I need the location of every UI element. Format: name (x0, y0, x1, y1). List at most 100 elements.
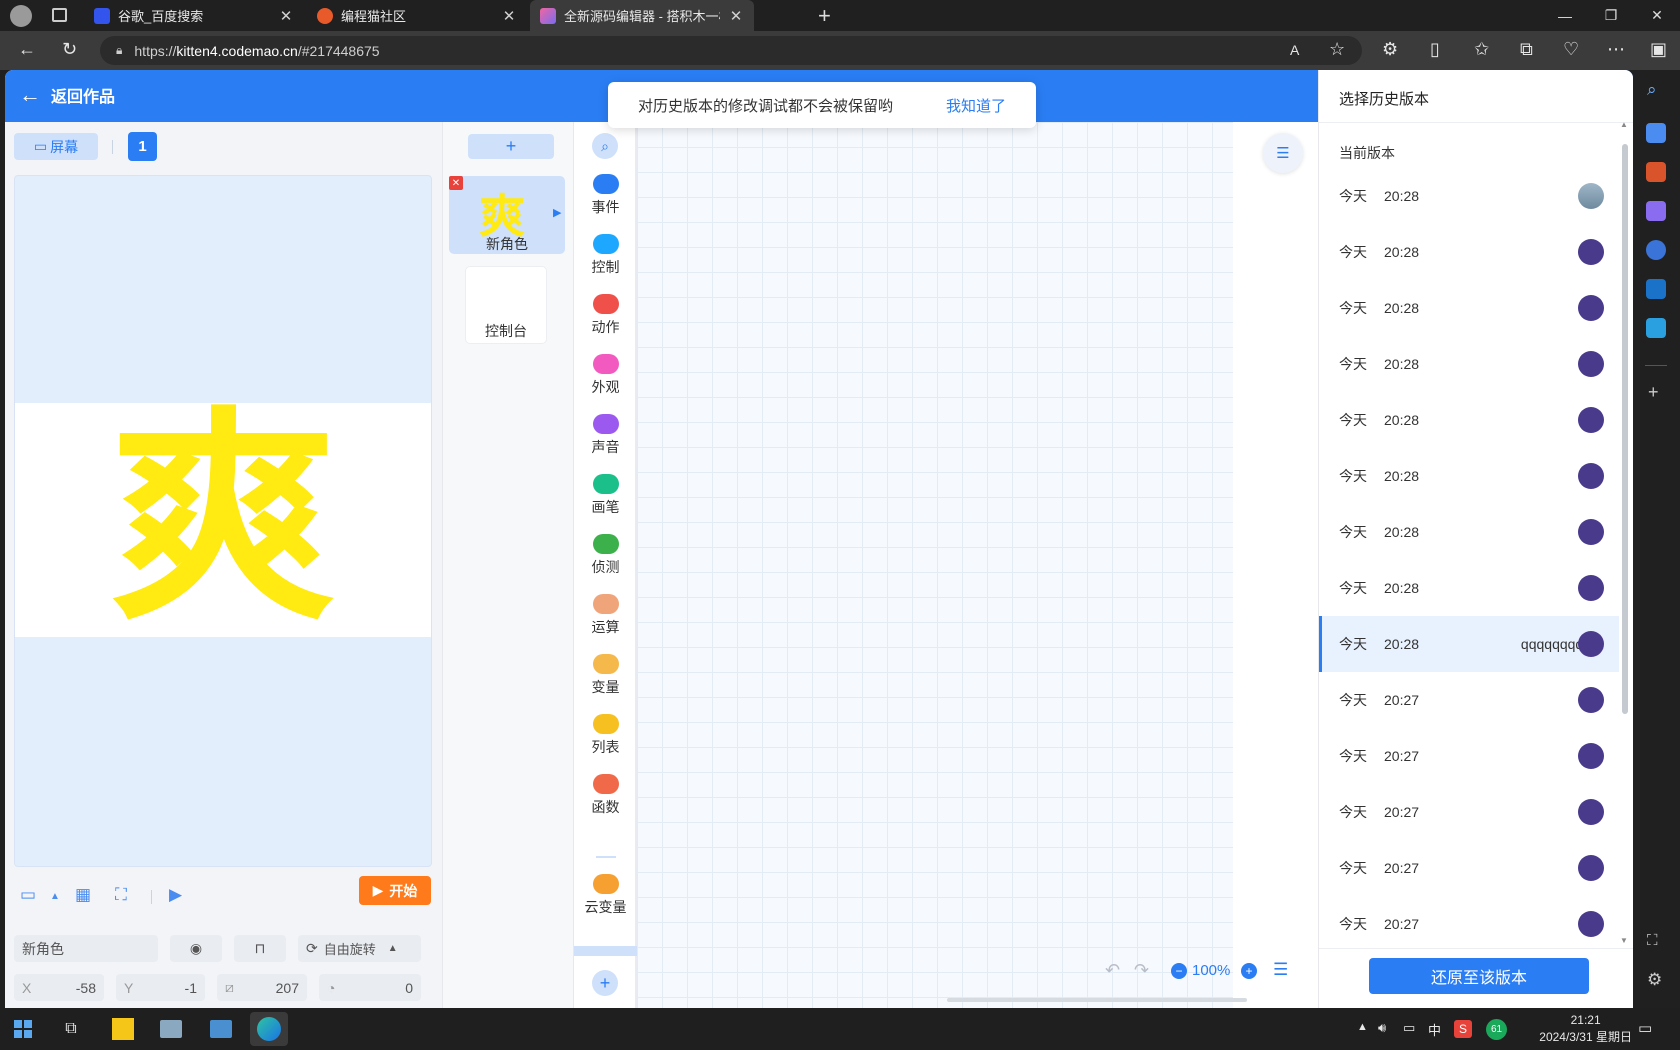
category-item[interactable]: 列表 (574, 714, 637, 770)
back-arrow-icon[interactable]: ← (18, 39, 36, 60)
version-row[interactable]: 今天 20:27 (1319, 840, 1619, 896)
favorite-star-icon[interactable]: ☆ (1329, 39, 1345, 60)
category-item[interactable]: 控制 (574, 234, 637, 290)
category-item[interactable]: 云变量 (574, 874, 637, 930)
align-blocks-icon[interactable]: ☰ (1273, 960, 1288, 980)
version-row[interactable]: 今天 20:27 (1319, 672, 1619, 728)
profile-avatar[interactable] (10, 5, 32, 27)
app-icon[interactable] (202, 1012, 240, 1046)
caret-right-icon[interactable]: ▶ (553, 206, 561, 219)
extensions-icon[interactable]: ⚙ (1382, 39, 1398, 60)
category-item[interactable]: 运算 (574, 594, 637, 650)
performance-icon[interactable]: ♡ (1563, 39, 1579, 60)
ime-indicator[interactable]: 中 (1428, 1020, 1441, 1039)
add-sprite-button[interactable]: + (468, 134, 554, 159)
zoom-in-button[interactable]: + (1241, 963, 1257, 979)
task-view-icon[interactable]: ⧉ (52, 1012, 90, 1046)
new-tab-icon[interactable]: + (818, 3, 831, 29)
version-scrollbar[interactable] (1622, 144, 1628, 714)
direction-field[interactable]: ◔ 0 (319, 974, 421, 1001)
network-icon[interactable]: ▭ (1403, 1020, 1415, 1036)
version-row[interactable]: 今天 20:28 (1319, 280, 1619, 336)
category-item[interactable]: 声音 (574, 414, 637, 470)
edge-browser-icon[interactable] (250, 1012, 288, 1046)
read-aloud-icon[interactable]: A (1290, 42, 1299, 58)
version-row[interactable]: 今天 20:28 (1319, 392, 1619, 448)
category-item[interactable]: 侦测 (574, 534, 637, 590)
favorites-icon[interactable]: ✩ (1474, 39, 1489, 60)
screen-number-button[interactable]: 1 (128, 132, 157, 161)
tab-actions-icon[interactable] (52, 8, 67, 22)
more-icon[interactable]: ⋯ (1607, 39, 1625, 60)
scroll-more-indicator[interactable] (574, 946, 637, 956)
code-workspace[interactable]: ☰ ↶ ↷ − 100% + ☰ (637, 122, 1303, 1008)
redo-icon[interactable]: ↷ (1134, 960, 1149, 981)
window-close-icon[interactable]: ✕ (1634, 0, 1680, 31)
add-icon[interactable]: + (1648, 382, 1659, 403)
tools-icon[interactable] (1646, 162, 1666, 182)
start-button[interactable]: ▶ 开始 (359, 876, 431, 905)
version-row[interactable]: 今天 20:28 (1319, 168, 1619, 224)
version-row[interactable]: 今天 20:27 (1319, 728, 1619, 784)
lock-toggle[interactable]: ⊓ (234, 935, 286, 962)
version-row[interactable]: 今天 20:28 (1319, 560, 1619, 616)
back-to-works-button[interactable]: ← 返回作品 (19, 82, 115, 108)
category-item[interactable]: 动作 (574, 294, 637, 350)
restore-version-button[interactable]: 还原至该版本 (1369, 958, 1589, 994)
tab-codemao-community[interactable]: 编程猫社区 ✕ (307, 0, 527, 31)
sprite-name-field[interactable]: 新角色 (14, 935, 158, 962)
app-icon[interactable] (152, 1012, 190, 1046)
close-icon[interactable]: ✕ (501, 7, 517, 25)
size-field[interactable]: ⧄ 207 (217, 974, 307, 1001)
version-row[interactable]: 今天 20:27 (1319, 896, 1619, 952)
undo-icon[interactable]: ↶ (1105, 960, 1120, 981)
category-item[interactable]: 函数 (574, 774, 637, 830)
horizontal-scrollbar[interactable] (947, 998, 1247, 1002)
visibility-toggle[interactable]: ◉ (170, 935, 222, 962)
y-field[interactable]: Y -1 (116, 974, 205, 1001)
console-card[interactable]: 控制台 (465, 266, 547, 344)
delete-sprite-icon[interactable]: ✕ (449, 176, 463, 190)
refresh-icon[interactable]: ↻ (62, 39, 77, 60)
acknowledge-link[interactable]: 我知道了 (946, 95, 1006, 116)
category-item[interactable]: 变量 (574, 654, 637, 710)
rotation-mode-select[interactable]: ⟳ 自由旋转 ▲ (298, 935, 421, 962)
version-row[interactable]: 今天 20:27 (1319, 784, 1619, 840)
tab-source-editor[interactable]: 全新源码编辑器 - 搭积木一样有趣 ✕ (530, 0, 754, 31)
sogou-icon[interactable]: S (1454, 1020, 1472, 1038)
start-menu-icon[interactable] (4, 1012, 42, 1046)
fullscreen-icon[interactable]: ⛶ (115, 885, 127, 905)
collections-icon[interactable]: ⧉ (1520, 39, 1533, 60)
close-icon[interactable]: ✕ (278, 7, 294, 25)
screenshot-icon[interactable]: ⛶ (1647, 932, 1658, 949)
split-screen-icon[interactable]: ▯ (1430, 39, 1440, 60)
send-icon[interactable] (1646, 318, 1666, 338)
security-badge[interactable]: 61 (1486, 1019, 1507, 1040)
copilot-icon[interactable] (1646, 240, 1666, 260)
add-extension-button[interactable]: + (592, 970, 618, 996)
version-row[interactable]: 今天 20:28 qqqqqqqqq… (1319, 616, 1619, 672)
tab-baidu[interactable]: 谷歌_百度搜索 ✕ (84, 0, 304, 31)
zoom-out-button[interactable]: − (1171, 963, 1187, 979)
caret-up-icon[interactable]: ▲ (50, 891, 60, 902)
version-row[interactable]: 今天 20:28 (1319, 448, 1619, 504)
scroll-down-icon[interactable]: ▼ (1620, 936, 1628, 945)
system-clock[interactable]: 21:21 2024/3/31 星期日 (1539, 1012, 1632, 1046)
block-search-button[interactable]: ⌕ (592, 133, 618, 159)
x-field[interactable]: X -58 (14, 974, 104, 1001)
play-preview-icon[interactable]: ▶ (169, 885, 182, 905)
restore-icon[interactable]: ❐ (1588, 0, 1634, 31)
games-icon[interactable] (1646, 201, 1666, 221)
aspect-ratio-icon[interactable]: ▭ (20, 885, 36, 905)
settings-gear-icon[interactable]: ⚙ (1647, 970, 1662, 990)
category-item[interactable]: 事件 (574, 174, 637, 230)
minimize-icon[interactable]: — (1542, 0, 1588, 31)
shopping-tag-icon[interactable] (1646, 123, 1666, 143)
sprite-card[interactable]: 爽 ▶ 新角色 ✕ (449, 176, 565, 254)
sticky-notes-icon[interactable] (104, 1012, 142, 1046)
volume-icon[interactable]: 🔊︎ (1378, 1020, 1386, 1036)
sprite-glyph[interactable]: 爽 (110, 407, 336, 633)
version-row[interactable]: 今天 20:28 (1319, 224, 1619, 280)
url-field[interactable]: 🔒︎ https://kitten4.codemao.cn/#217448675 (100, 36, 1362, 65)
notification-icon[interactable]: ▭ (1638, 1019, 1652, 1037)
